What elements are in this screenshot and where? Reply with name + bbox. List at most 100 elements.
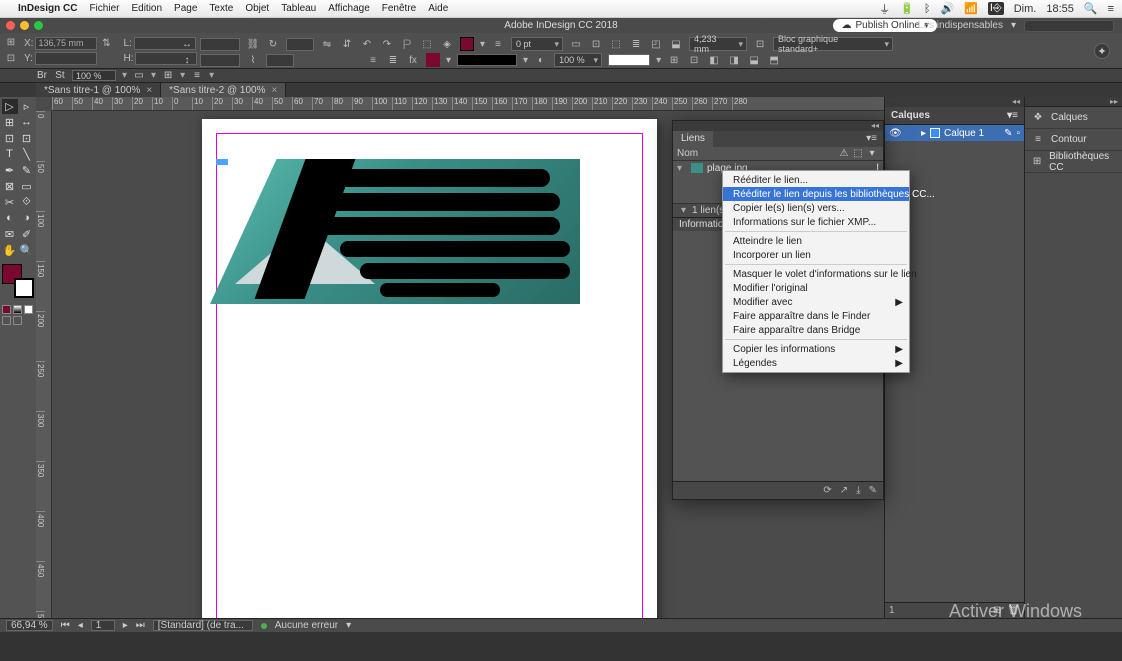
collapse-icon[interactable]: ▸▸ xyxy=(1025,97,1122,107)
chevron-down-icon[interactable]: ▾ xyxy=(180,70,185,81)
zoom-field[interactable]: 66,94 % xyxy=(6,620,53,631)
panel-menu-icon[interactable]: ▾≡ xyxy=(1007,110,1018,121)
battery-icon[interactable]: 🔋 xyxy=(900,2,914,15)
panel-btn-contour[interactable]: ≡Contour xyxy=(1025,129,1122,151)
view-mode-toggles[interactable] xyxy=(2,316,34,325)
chevron-down-icon[interactable]: ▾ xyxy=(122,70,127,81)
doc-tab-2[interactable]: *Sans titre-2 @ 100%× xyxy=(161,83,286,97)
rotate-ccw-icon[interactable]: ↶ xyxy=(360,37,374,51)
visibility-icon[interactable]: 👁 xyxy=(889,128,901,139)
clock-time[interactable]: 18:55 xyxy=(1046,3,1074,15)
menu-page[interactable]: Page xyxy=(174,3,197,14)
context-menu-item[interactable]: Incorporer un lien xyxy=(723,248,909,262)
context-menu-item[interactable]: Copier le(s) lien(s) vers... xyxy=(723,201,909,215)
tool-gradient-feather[interactable]: ◑ xyxy=(19,211,35,226)
frame-type-select[interactable]: Bloc graphique standard+ xyxy=(773,37,893,51)
panel-tab-liens[interactable]: Liens xyxy=(673,131,713,147)
stroke-style[interactable] xyxy=(457,54,517,66)
tool-scissors[interactable]: ✂ xyxy=(2,195,18,210)
workspace-switcher[interactable]: Les indispensables xyxy=(918,20,1003,31)
menu-objet[interactable]: Objet xyxy=(245,3,269,14)
close-icon[interactable]: × xyxy=(146,85,152,96)
panel-btn-calques[interactable]: ❖Calques xyxy=(1025,107,1122,129)
frame-icon-3[interactable]: ⬚ xyxy=(609,37,623,51)
corner-icon[interactable]: ◰ xyxy=(649,37,663,51)
new-layer-icon[interactable]: ⊞ xyxy=(993,605,1001,616)
tool-pencil[interactable]: ✎ xyxy=(19,163,35,178)
lib-icon-5[interactable]: ⬓ xyxy=(747,53,761,67)
scale-x-field[interactable] xyxy=(200,38,240,51)
preflight-preset[interactable]: [Standard] (de tra... xyxy=(153,620,253,631)
context-menu-item[interactable]: Faire apparaître dans Bridge xyxy=(723,323,909,337)
tool-rectangle-frame[interactable]: ⊠ xyxy=(2,179,18,194)
tool-content-collector[interactable]: ⊡ xyxy=(2,131,18,146)
menu-icon[interactable]: ≡ xyxy=(1108,3,1114,15)
reference-point-icon-2[interactable]: ⊡ xyxy=(4,52,18,66)
context-menu-item[interactable]: Légendes▶ xyxy=(723,356,909,370)
tool-gap[interactable]: ↔ xyxy=(19,115,35,130)
mm-field[interactable]: 4,233 mm xyxy=(689,37,747,51)
opacity-field[interactable]: 100 % xyxy=(554,53,602,67)
menu-edition[interactable]: Edition xyxy=(131,3,162,14)
color-mode-toggles[interactable] xyxy=(2,305,34,314)
align-icon-2[interactable]: ≣ xyxy=(386,53,400,67)
wifi-icon[interactable]: ⏚ xyxy=(879,1,890,17)
lib-icon-3[interactable]: ◧ xyxy=(707,53,721,67)
tool-page[interactable]: ⊞ xyxy=(2,115,18,130)
context-menu-item[interactable]: Copier les informations▶ xyxy=(723,342,909,356)
shear-field[interactable] xyxy=(266,54,294,67)
relink-icon[interactable]: ⟳ xyxy=(823,485,831,496)
menu-affichage[interactable]: Affichage xyxy=(328,3,370,14)
close-icon[interactable]: × xyxy=(271,85,277,96)
vertical-ruler[interactable]: 050100150200250300350400450500 xyxy=(36,111,52,618)
app-name[interactable]: InDesign CC xyxy=(18,3,77,14)
panel-tab-calques[interactable]: Calques▾≡ xyxy=(885,107,1024,125)
target-icon[interactable]: ▫ xyxy=(1016,128,1020,139)
context-menu-item[interactable]: Rééditer le lien... xyxy=(723,173,909,187)
rotate-icon[interactable]: ↻ xyxy=(266,37,280,51)
menu-fichier[interactable]: Fichier xyxy=(89,3,119,14)
scale-y-field[interactable] xyxy=(200,54,240,67)
constrain-icon[interactable]: ⛓ xyxy=(246,37,260,51)
tool-selection[interactable]: ▷ xyxy=(2,99,18,114)
chevron-down-icon[interactable]: ▾ xyxy=(1011,20,1016,31)
tool-line[interactable]: ╲ xyxy=(19,147,35,162)
lang-icon[interactable]: I⎆ xyxy=(988,2,1004,15)
layer-row[interactable]: 👁 ▸ Calque 1 ✎ ▫ xyxy=(885,125,1024,141)
doc-tab-1[interactable]: *Sans titre-1 @ 100%× xyxy=(36,83,161,97)
panel-btn-cc[interactable]: ⊞Bibliothèques CC xyxy=(1025,151,1122,173)
select-content-icon[interactable]: ◈ xyxy=(440,37,454,51)
rotate-field[interactable] xyxy=(286,38,314,51)
view-icon[interactable]: ▭ xyxy=(133,70,145,82)
stroke-weight-field[interactable]: 0 pt xyxy=(511,37,563,51)
link-xy-icon[interactable]: ⇅ xyxy=(99,36,113,50)
preflight-errors[interactable]: Aucune erreur xyxy=(275,620,338,631)
nav-first-icon[interactable]: ⏮ xyxy=(61,620,70,631)
layer-name[interactable]: Calque 1 xyxy=(944,128,984,139)
disclosure-icon[interactable]: ▾ xyxy=(677,163,687,174)
context-menu-item[interactable]: Modifier avec▶ xyxy=(723,295,909,309)
fx-icon[interactable]: fx xyxy=(406,53,420,67)
window-controls[interactable] xyxy=(6,21,43,30)
align-icon[interactable]: ≡ xyxy=(366,53,380,67)
shear-icon[interactable]: ⌇ xyxy=(246,53,260,67)
nav-prev-icon[interactable]: ◂ xyxy=(78,620,83,631)
flip-v-icon[interactable]: ⇵ xyxy=(340,37,354,51)
collapse-icon[interactable]: ◂◂ xyxy=(673,121,883,131)
tool-gradient-swatch[interactable]: ◐ xyxy=(2,211,18,226)
tool-free-transform[interactable]: ⟐ xyxy=(19,195,35,210)
tool-direct-selection[interactable]: ▹ xyxy=(19,99,35,114)
disclosure-icon[interactable]: ▸ xyxy=(921,128,926,139)
menu-tableau[interactable]: Tableau xyxy=(281,3,316,14)
col-name[interactable]: Nom xyxy=(677,148,837,159)
wifi2-icon[interactable]: 📶 xyxy=(964,2,978,15)
clock-day[interactable]: Dim. xyxy=(1014,3,1037,15)
stroke-color[interactable] xyxy=(14,278,34,298)
fitting-icon[interactable]: ⊡ xyxy=(753,37,767,51)
close-icon[interactable] xyxy=(6,21,15,30)
x-field[interactable]: 136,75 mm xyxy=(35,37,97,50)
goto-link-icon[interactable]: ↗ xyxy=(840,485,848,496)
context-menu-item[interactable]: Masquer le volet d'informations sur le l… xyxy=(723,267,909,281)
screen-mode-icon[interactable]: ⊞ xyxy=(162,70,174,82)
collapse-icon[interactable]: ◂◂ xyxy=(885,97,1024,107)
